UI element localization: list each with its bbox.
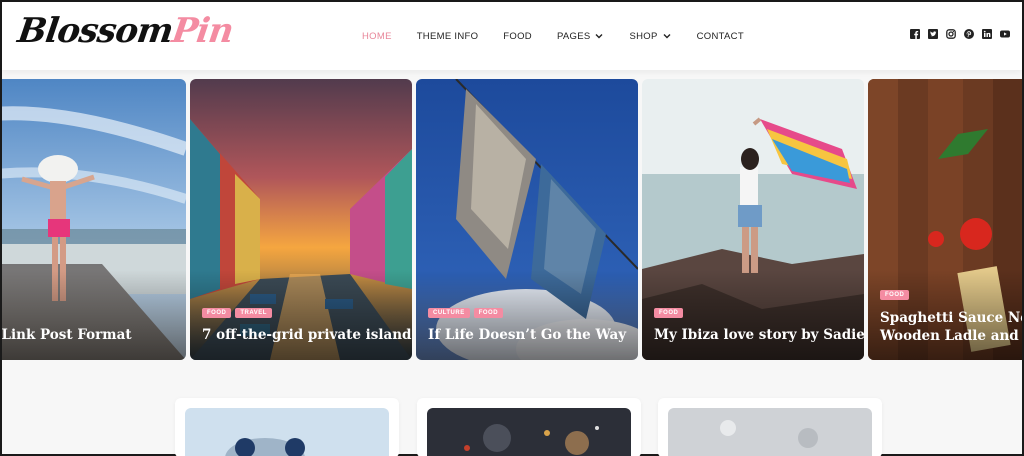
post-image [668,408,872,456]
slide-title-line: Wooden Ladle and Ripe T [880,328,1022,344]
site-header: BlossomPin HOME THEME INFO FOOD PAGES SH… [2,2,1022,70]
slide-title[interactable]: My Ibiza love story by Sadie Frost [654,326,864,344]
slide-title[interactable]: rnal Link Post Format [2,326,186,344]
slide-title[interactable]: If Life Doesn’t Go the Way [428,326,638,344]
featured-slider: rnal Link Post Format FOOD TRAVEL [2,79,1022,361]
post-card[interactable] [175,398,399,456]
site-logo[interactable]: BlossomPin [14,6,236,56]
linkedin-icon[interactable] [982,29,992,39]
nav-pages-label: PAGES [556,30,591,42]
youtube-icon[interactable] [1000,29,1010,39]
nav-food[interactable]: FOOD [503,31,532,42]
logo-text-pin: Pin [169,11,236,51]
slide-card[interactable]: FOOD My Ibiza love story by Sadie Frost [642,79,864,360]
instagram-icon[interactable] [946,29,956,39]
nav-theme-info-label: THEME INFO [416,30,479,42]
slide-tags: FOOD [654,308,687,318]
nav-pages[interactable]: PAGES [557,31,605,42]
slide-tags: FOOD TRAVEL [202,308,276,318]
tag-food[interactable]: FOOD [473,308,504,318]
nav-contact[interactable]: CONTACT [697,31,744,42]
nav-home[interactable]: HOME [362,31,392,42]
slide-title[interactable]: Spaghetti Sauce Near Bro Wooden Ladle an… [880,309,1022,345]
main-nav: HOME THEME INFO FOOD PAGES SHOP CONTACT [362,2,769,70]
nav-home-label: HOME [362,30,392,42]
slide-tags: CULTURE FOOD [428,308,507,318]
nav-theme-info[interactable]: THEME INFO [417,31,479,42]
slide-title[interactable]: 7 off-the-grid private island [202,326,412,344]
post-card[interactable] [658,398,882,456]
slide-card[interactable]: CULTURE FOOD If Life Doesn’t Go the Way [416,79,638,360]
tag-food[interactable]: FOOD [654,308,684,318]
post-image [185,408,389,456]
tag-culture[interactable]: CULTURE [428,308,470,318]
slide-card[interactable]: rnal Link Post Format [2,79,186,360]
slide-tags: FOOD [880,290,913,300]
post-card[interactable] [417,398,641,456]
slide-overlay [2,270,186,360]
facebook-icon[interactable] [910,29,920,39]
tag-food[interactable]: FOOD [202,308,232,318]
slide-title-line: Spaghetti Sauce Near Bro [880,310,1022,326]
logo-text-blossom: Blossom [15,11,176,51]
pinterest-icon[interactable] [964,29,974,39]
tag-travel[interactable]: TRAVEL [235,308,272,318]
twitter-icon[interactable] [928,29,938,39]
social-links [902,29,1010,39]
slide-card[interactable]: FOOD TRAVEL 7 off-the-grid private islan… [190,79,412,360]
post-image [427,408,631,456]
nav-contact-label: CONTACT [696,30,744,42]
slide-card[interactable]: FOOD Spaghetti Sauce Near Bro Wooden Lad… [868,79,1022,360]
nav-shop-label: SHOP [629,30,658,42]
chevron-down-icon [663,34,671,39]
chevron-down-icon [595,34,603,39]
tag-food[interactable]: FOOD [880,290,910,300]
nav-food-label: FOOD [503,30,532,42]
nav-shop[interactable]: SHOP [629,31,671,42]
